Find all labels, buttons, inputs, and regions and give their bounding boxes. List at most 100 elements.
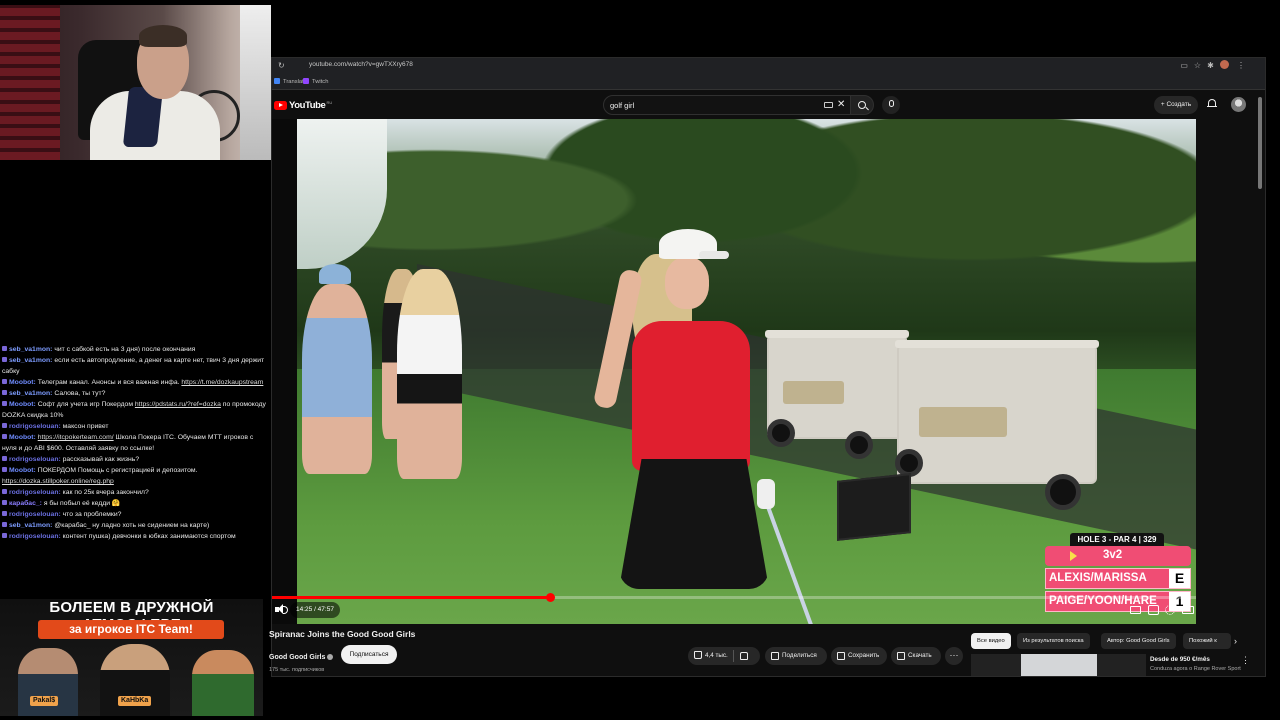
shelf	[240, 5, 271, 160]
bookmarks-bar: Translate Twitch	[272, 74, 1265, 90]
chat-link[interactable]: https://t.me/dozkaupstream	[181, 379, 263, 386]
subscribe-button[interactable]: Подписаться	[341, 645, 397, 664]
search-button[interactable]	[850, 95, 874, 115]
video-player[interactable]: HOLE 3 - PAR 4 | 329 3v2 ALEXIS/MARISSA …	[272, 119, 1196, 624]
match-format: 3v2	[1045, 546, 1191, 566]
create-button[interactable]: + Создать	[1154, 96, 1198, 114]
banner-headline: БОЛЕЕМ В ДРУЖНОЙ АТМОСФЕРЕ	[49, 599, 214, 633]
recommendation-thumbnail[interactable]	[971, 654, 1146, 676]
url-text[interactable]: youtube.com/watch?v=gwTXXry678	[309, 61, 413, 68]
keyboard-icon[interactable]	[824, 102, 833, 108]
like-count[interactable]: 4,4 тыс.	[705, 647, 728, 665]
acoustic-panel	[0, 5, 60, 160]
cart-roof	[895, 340, 1099, 348]
screen-icon[interactable]: ▭	[1180, 61, 1194, 70]
search-input[interactable]: golf girl ✕	[603, 95, 852, 115]
subtitles-icon[interactable]	[1148, 605, 1159, 615]
menu-icon[interactable]: ⋮	[1237, 61, 1251, 70]
chat-username[interactable]: rodrigoselouan:	[9, 456, 61, 463]
recommendation-card[interactable]: Desde de 950 €/mês Conduza agora o Range…	[971, 654, 1251, 676]
gear-icon[interactable]	[1165, 605, 1175, 615]
progress-fill	[272, 596, 550, 599]
thumbs-up-icon[interactable]	[694, 651, 702, 659]
chat-username[interactable]: Moobot:	[9, 434, 36, 441]
progress-bar[interactable]	[272, 593, 1196, 602]
save-button[interactable]: Сохранить	[831, 647, 887, 665]
download-button[interactable]: Скачать	[891, 647, 941, 665]
recommendation-title[interactable]: Desde de 950 €/mês	[1150, 656, 1210, 663]
more-actions-button[interactable]: ···	[945, 647, 963, 665]
chat-username[interactable]: rodrigoselouan:	[9, 489, 61, 496]
star-icon[interactable]: ☆	[1194, 61, 1207, 70]
chat-username[interactable]: rodrigoselouan:	[9, 533, 61, 540]
chip-by-author[interactable]: Автор: Good Good Girls	[1101, 633, 1176, 649]
chat-link[interactable]: https://pdstats.ru/?ref=dozka	[135, 401, 221, 408]
scrollbar-thumb[interactable]	[1258, 97, 1262, 189]
bookmark-translate[interactable]: Translate	[274, 78, 307, 85]
chip-from-search[interactable]: Из результатов поиска	[1017, 633, 1090, 649]
chat-message: Moobot: Телеграм канал. Анонсы и вся важ…	[0, 377, 266, 388]
chat-username[interactable]: seb_va1mon:	[9, 522, 52, 529]
chat-message: seb_va1mon: чит с сабкой есть на 3 дня) …	[0, 344, 266, 355]
twitch-icon	[303, 78, 309, 84]
channel-name[interactable]: Good Good Girls	[269, 654, 325, 661]
golfer-blue-dress	[302, 284, 372, 474]
reload-icon[interactable]: ↻	[278, 61, 285, 70]
chat-username[interactable]: rodrigoselouan:	[9, 511, 61, 518]
profile-icon[interactable]	[1219, 60, 1229, 69]
bookmark-icon	[837, 652, 845, 660]
more-options-icon[interactable]: ⋮	[1241, 655, 1250, 666]
match-scoreboard: HOLE 3 - PAR 4 | 329 3v2 ALEXIS/MARISSA …	[1045, 533, 1193, 615]
extension-icon[interactable]: ✱	[1207, 61, 1220, 70]
chat-username[interactable]: seb_va1mon:	[9, 357, 52, 364]
user-badge-icon	[2, 379, 7, 384]
voice-search-button[interactable]	[882, 96, 900, 114]
chat-username[interactable]: seb_va1mon:	[9, 390, 52, 397]
bookmark-label: Twitch	[312, 79, 329, 85]
chat-username[interactable]: карабас_:	[9, 500, 42, 507]
user-badge-icon	[2, 434, 7, 439]
chip-all-videos[interactable]: Все видео	[971, 633, 1011, 649]
chat-message: rodrigoselouan: рассказывай как жизнь?	[0, 454, 266, 465]
chat-link[interactable]: https://dozka.stillpoker.online/reg.php	[2, 478, 114, 485]
notifications-button[interactable]	[1207, 98, 1217, 109]
progress-scrubber[interactable]	[545, 593, 555, 602]
browser-toolbar-icons: ▭☆✱ ⋮	[1180, 60, 1251, 70]
chat-username[interactable]: Moobot:	[9, 379, 36, 386]
chat-message: seb_va1mon: Салова, ты тут?	[0, 388, 266, 399]
search-query: golf girl	[610, 101, 635, 110]
user-badge-icon	[2, 401, 7, 406]
theater-mode-icon[interactable]	[1182, 606, 1194, 614]
chevron-right-icon[interactable]: ›	[1234, 636, 1237, 646]
youtube-logo[interactable]: YouTube RU	[274, 99, 332, 111]
account-avatar[interactable]	[1231, 97, 1246, 112]
webcam-feed	[0, 5, 271, 160]
miniplayer-icon[interactable]	[1130, 606, 1141, 614]
golf-glove	[757, 479, 775, 509]
chat-link[interactable]: https://itcpokerteam.com/	[38, 434, 114, 441]
share-button[interactable]: Поделиться	[765, 647, 827, 665]
golfer-red-top	[632, 321, 750, 471]
region-code: RU	[326, 99, 333, 105]
chat-username[interactable]: seb_va1mon:	[9, 346, 52, 353]
verified-icon	[327, 653, 334, 660]
share-label: Поделиться	[782, 652, 817, 659]
download-label: Скачать	[908, 652, 932, 659]
page-scrollbar[interactable]	[1257, 93, 1263, 676]
chat-message: Moobot: ПОКЕРДОМ Помощь с регистрацией и…	[0, 465, 266, 487]
chat-username[interactable]: Moobot:	[9, 467, 36, 474]
translate-icon	[274, 78, 280, 84]
chip-similar[interactable]: Похожий к	[1183, 633, 1231, 649]
chat-text: максон привет	[62, 423, 109, 430]
bookmark-twitch[interactable]: Twitch	[303, 78, 328, 85]
address-bar: ↻ youtube.com/watch?v=gwTXXry678 ▭☆✱ ⋮	[272, 58, 1265, 74]
user-badge-icon	[2, 357, 7, 362]
clear-search-icon[interactable]: ✕	[837, 99, 845, 110]
golf-cart-2	[895, 340, 1099, 484]
chat-message: seb_va1mon: если есть автопродление, а д…	[0, 355, 266, 377]
hole-info: HOLE 3 - PAR 4 | 329	[1070, 533, 1164, 546]
chat-username[interactable]: Moobot:	[9, 401, 36, 408]
volume-button[interactable]	[274, 603, 288, 617]
chat-username[interactable]: rodrigoselouan:	[9, 423, 61, 430]
thumbs-down-icon[interactable]	[740, 652, 748, 660]
